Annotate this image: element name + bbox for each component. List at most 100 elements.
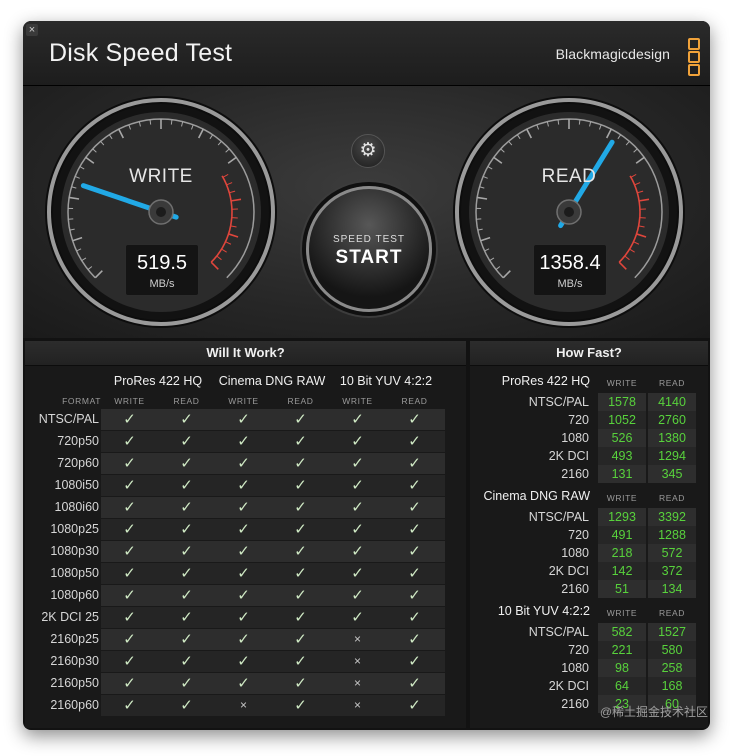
read-fps-value: 345	[648, 465, 696, 483]
read-readout: 1358.4 MB/s	[533, 244, 607, 296]
check-icon: ✓	[123, 499, 136, 516]
check-icon: ✓	[123, 653, 136, 670]
check-icon: ✓	[351, 521, 364, 538]
table-row: ✓ ✓ ✓ ✓ × ✓	[101, 651, 445, 672]
write-gauge-title: WRITE	[129, 166, 193, 187]
read-fps-value: 2760	[648, 411, 696, 429]
check-icon: ✓	[180, 499, 193, 516]
check-icon: ✓	[351, 455, 364, 472]
app-title: Disk Speed Test	[49, 39, 233, 67]
will-it-work-title: Will It Work?	[25, 341, 466, 366]
resolution-label: NTSC/PAL	[528, 510, 589, 524]
table-row: ✓ ✓ ✓ ✓ ✓ ✓	[101, 585, 445, 606]
write-fps-value: 491	[598, 526, 646, 544]
table-row: 2K DCI 142 372	[470, 562, 708, 580]
check-icon: ✓	[408, 631, 421, 648]
table-row: 720 1052 2760	[470, 411, 708, 429]
check-icon: ✓	[237, 653, 250, 670]
table-row: ✓ ✓ ✓ ✓ ✓ ✓	[101, 497, 445, 518]
cross-icon: ×	[353, 676, 361, 690]
table-row: 1080 98 258	[470, 659, 708, 677]
table-row: ✓ ✓ ✓ ✓ ✓ ✓	[101, 409, 445, 430]
resolution-label: 2K DCI	[548, 449, 589, 463]
write-fps-value: 1293	[598, 508, 646, 526]
check-icon: ✓	[123, 697, 136, 714]
check-icon: ✓	[351, 609, 364, 626]
check-icon: ✓	[294, 631, 307, 648]
check-icon: ✓	[351, 499, 364, 516]
speed-group-title: 10 Bit YUV 4:2:2	[497, 604, 590, 618]
speed-test-start-button[interactable]: SPEED TEST START	[306, 186, 432, 312]
read-subheader: READ	[287, 396, 314, 406]
check-icon: ✓	[123, 477, 136, 494]
check-icon: ✓	[408, 521, 421, 538]
format-row-label: 2K DCI 25	[41, 610, 99, 624]
check-icon: ✓	[237, 499, 250, 516]
gauge-hub-center	[156, 207, 166, 217]
format-row-label: 1080i60	[54, 500, 100, 514]
resolution-label: 2160	[561, 697, 589, 711]
gauge-tick	[578, 119, 581, 125]
format-row-label: 1080p50	[50, 566, 99, 580]
check-icon: ✓	[294, 521, 307, 538]
check-icon: ✓	[123, 521, 136, 538]
check-icon: ✓	[294, 609, 307, 626]
will-it-work-panel: Will It Work? ProRes 422 HQ WRITE READ Cine…	[25, 341, 466, 728]
read-fps-value: 1527	[648, 623, 696, 641]
check-icon: ✓	[123, 565, 136, 582]
check-icon: ✓	[351, 565, 364, 582]
check-icon: ✓	[180, 411, 193, 428]
how-fast-panel: How Fast? ProRes 422 HQ WRITE READ NTSC/PAL…	[470, 341, 708, 728]
table-row: 2160 51 134	[470, 580, 708, 598]
check-icon: ✓	[294, 565, 307, 582]
write-subheader: WRITE	[228, 396, 259, 406]
write-speed-value: 519.5	[136, 252, 188, 274]
check-icon: ✓	[294, 675, 307, 692]
close-button[interactable]: ×	[26, 24, 38, 36]
check-icon: ✓	[408, 675, 421, 692]
format-column-header: 10 Bit YUV 4:2:2	[339, 374, 433, 388]
format-row-label: 2160p60	[50, 698, 99, 712]
read-fps-value: 572	[648, 544, 696, 562]
format-column-header: Cinema DNG RAW	[218, 374, 326, 388]
format-row-label: 720p50	[57, 434, 99, 448]
write-fps-value: 221	[598, 641, 646, 659]
brand-name: Blackmagicdesign	[555, 46, 670, 62]
format-row-label: 720p60	[57, 456, 99, 470]
write-subheader: WRITE	[606, 608, 638, 618]
resolution-label: 1080	[561, 546, 589, 560]
start-button-subtitle: SPEED TEST	[332, 234, 406, 245]
resolution-label: 720	[568, 413, 589, 427]
write-fps-value: 98	[598, 659, 646, 677]
check-icon: ✓	[180, 631, 193, 648]
check-icon: ✓	[408, 499, 421, 516]
check-icon: ✓	[237, 477, 250, 494]
resolution-label: 720	[568, 643, 589, 657]
check-icon: ✓	[408, 433, 421, 450]
check-icon: ✓	[294, 499, 307, 516]
write-subheader: WRITE	[114, 396, 145, 406]
resolution-label: 2160	[561, 467, 589, 481]
write-fps-value: 582	[598, 623, 646, 641]
cross-icon: ×	[353, 698, 361, 712]
cross-icon: ×	[239, 698, 247, 712]
table-row: 720 491 1288	[470, 526, 708, 544]
format-row-label: NTSC/PAL	[38, 412, 99, 426]
gauge-tick	[170, 119, 173, 125]
format-row-label: 1080i50	[54, 478, 100, 492]
check-icon: ✓	[180, 653, 193, 670]
table-row: 2K DCI 493 1294	[470, 447, 708, 465]
app-window: × Disk Speed Test Blackmagicdesign WRITE…	[23, 21, 710, 730]
write-fps-value: 1578	[598, 393, 646, 411]
cross-icon: ×	[353, 654, 361, 668]
settings-button[interactable]: ⚙	[351, 134, 385, 168]
check-icon: ✓	[237, 675, 250, 692]
check-icon: ✓	[408, 565, 421, 582]
speed-group-title: Cinema DNG RAW	[483, 489, 591, 503]
check-icon: ✓	[237, 521, 250, 538]
write-subheader: WRITE	[606, 493, 638, 503]
write-fps-value: 142	[598, 562, 646, 580]
check-icon: ✓	[180, 587, 193, 604]
write-fps-value: 526	[598, 429, 646, 447]
table-row: 720 221 580	[470, 641, 708, 659]
